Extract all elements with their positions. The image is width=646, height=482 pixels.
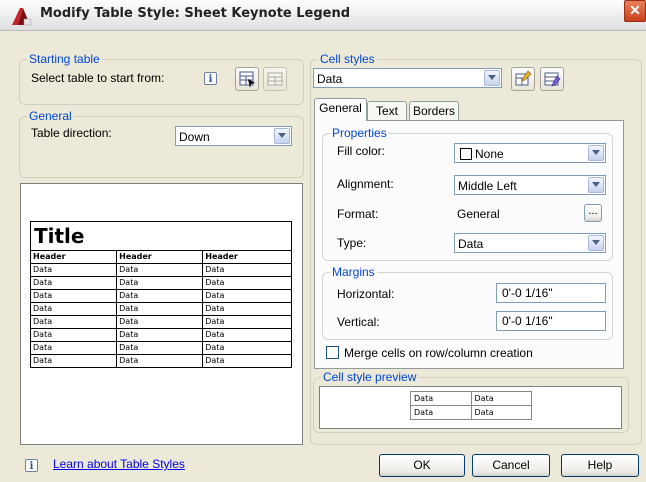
learn-table-styles-link[interactable]: Learn about Table Styles	[53, 457, 185, 471]
preview-cell: Data	[116, 289, 204, 303]
preview-cell: Data	[116, 276, 204, 290]
cell-style-value: Data	[317, 72, 343, 86]
preview-cell: Data	[202, 341, 292, 355]
preview-cell: Data	[410, 405, 472, 420]
preview-cell: Data	[202, 302, 292, 316]
preview-title: Title	[30, 221, 292, 251]
preview-cell: Data	[29, 341, 118, 355]
create-cell-style-button[interactable]	[511, 67, 535, 91]
fill-color-value: None	[475, 147, 504, 161]
dropdown-arrow-icon	[274, 128, 290, 144]
select-table-icon	[239, 71, 255, 88]
properties-legend: Properties	[330, 126, 389, 140]
dropdown-arrow-icon	[484, 70, 500, 86]
new-cell-style-icon	[515, 70, 532, 86]
window-title: Modify Table Style: Sheet Keynote Legend	[40, 6, 351, 21]
preview-cell: Data	[116, 354, 204, 368]
preview-header: Header	[116, 250, 204, 264]
title-bar: Modify Table Style: Sheet Keynote Legend…	[0, 0, 646, 31]
preview-header: Header	[29, 250, 118, 264]
alignment-select[interactable]: Middle Left	[454, 175, 606, 195]
horizontal-margin-input[interactable]: 0'-0 1/16"	[496, 283, 606, 303]
preview-cell: Data	[116, 341, 204, 355]
table-icon	[267, 72, 283, 86]
dropdown-arrow-icon	[588, 235, 604, 251]
table-direction-label: Table direction:	[31, 126, 112, 140]
table-direction-select[interactable]: Down	[175, 126, 292, 146]
select-table-label: Select table to start from:	[31, 71, 165, 85]
preview-cell: Data	[29, 276, 118, 290]
help-button[interactable]: Help	[561, 454, 639, 477]
format-label: Format:	[337, 207, 379, 221]
preview-cell: Data	[116, 315, 204, 329]
preview-header: Header	[202, 250, 292, 264]
preview-cell: Data	[29, 328, 118, 342]
alignment-label: Alignment:	[337, 177, 394, 191]
vertical-margin-label: Vertical:	[337, 315, 380, 329]
info-icon: i	[25, 459, 38, 472]
preview-table: Title Header Header Header Data Data Data …	[29, 221, 292, 368]
preview-cell: Data	[470, 391, 532, 406]
preview-cell: Data	[29, 315, 118, 329]
format-value: General	[457, 207, 500, 221]
preview-cell: Data	[202, 289, 292, 303]
ok-button[interactable]: OK	[379, 454, 465, 477]
starting-table-legend: Starting table	[27, 52, 102, 66]
merge-cells-label: Merge cells on row/column creation	[344, 346, 533, 360]
preview-cell: Data	[29, 302, 118, 316]
preview-cell: Data	[29, 263, 118, 277]
type-value: Data	[458, 237, 484, 251]
preview-cell: Data	[29, 289, 118, 303]
format-browse-button[interactable]: ...	[584, 204, 602, 222]
vertical-margin-input[interactable]: 0'-0 1/16"	[496, 311, 606, 331]
preview-cell: Data	[116, 263, 204, 277]
preview-cell: Data	[202, 328, 292, 342]
tab-text[interactable]: Text	[367, 101, 407, 121]
autocad-app-icon	[12, 8, 32, 26]
cell-styles-legend: Cell styles	[318, 52, 377, 66]
margins-legend: Margins	[330, 265, 377, 279]
dropdown-arrow-icon	[588, 177, 604, 193]
type-select[interactable]: Data	[454, 233, 606, 253]
tab-general[interactable]: General	[314, 98, 367, 121]
manage-cell-styles-icon	[544, 72, 561, 87]
alignment-value: Middle Left	[458, 179, 517, 193]
cell-style-preview-legend: Cell style preview	[321, 370, 419, 384]
cell-style-preview-table: Data Data Data Data	[410, 391, 532, 420]
preview-cell: Data	[202, 354, 292, 368]
cell-style-select[interactable]: Data	[313, 68, 502, 88]
color-swatch-icon	[460, 148, 472, 160]
preview-cell: Data	[29, 354, 118, 368]
dialog-window: Modify Table Style: Sheet Keynote Legend…	[0, 0, 646, 482]
close-button[interactable]: ✕	[624, 0, 646, 22]
table-direction-value: Down	[179, 130, 210, 144]
preview-cell: Data	[202, 276, 292, 290]
remove-table-button[interactable]	[263, 67, 287, 91]
merge-cells-checkbox[interactable]	[326, 346, 339, 359]
preview-cell: Data	[470, 405, 532, 420]
cancel-button[interactable]: Cancel	[472, 454, 550, 477]
preview-cell: Data	[116, 328, 204, 342]
dropdown-arrow-icon	[588, 145, 604, 161]
general-legend: General	[27, 109, 74, 123]
fill-color-label: Fill color:	[337, 144, 386, 158]
horizontal-margin-label: Horizontal:	[337, 287, 395, 301]
select-table-button[interactable]	[235, 67, 259, 91]
info-icon[interactable]: i	[204, 72, 217, 85]
type-label: Type:	[337, 236, 367, 250]
preview-cell: Data	[410, 391, 472, 406]
table-preview: Title Header Header Header Data Data Data …	[20, 183, 303, 445]
preview-cell: Data	[202, 315, 292, 329]
cell-style-preview: Data Data Data Data	[319, 386, 622, 429]
preview-cell: Data	[116, 302, 204, 316]
preview-cell: Data	[202, 263, 292, 277]
manage-cell-styles-button[interactable]	[540, 67, 564, 91]
fill-color-select[interactable]: None	[454, 143, 606, 163]
tab-borders[interactable]: Borders	[409, 101, 459, 121]
